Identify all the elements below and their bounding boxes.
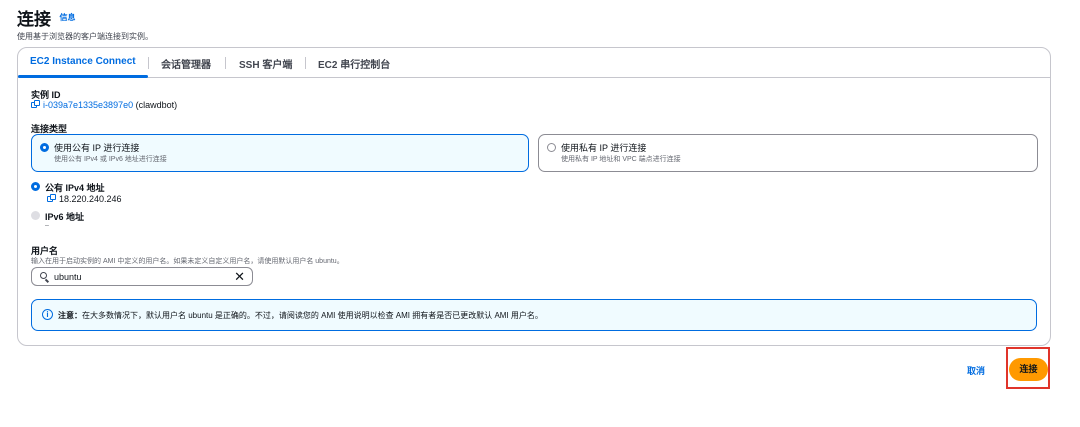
public-ipv4-label: 公有 IPv4 地址 [45, 183, 105, 193]
radio-ipv6 [31, 211, 40, 220]
search-icon [40, 272, 47, 279]
instance-id-link[interactable]: i-039a7e1335e3897e0 [43, 100, 133, 110]
radio-public-ip[interactable] [40, 143, 49, 152]
tab-bar: EC2 Instance Connect 会话管理器 SSH 客户端 EC2 串… [18, 48, 1050, 78]
ipv6-label: IPv6 地址 [45, 212, 85, 222]
username-input[interactable]: ubuntu ✕ [31, 267, 253, 286]
info-icon: i [42, 309, 53, 320]
tab-ssh-client[interactable]: SSH 客户端 [239, 56, 292, 71]
public-ip-option-desc: 使用公有 IPv4 或 IPv6 地址进行连接 [54, 156, 167, 163]
username-value[interactable]: ubuntu [54, 272, 82, 282]
username-help: 输入在用于启动实例的 AMI 中定义的用户名。如果未定义自定义用户名，请使用默认… [31, 258, 344, 265]
alert-prefix: 注意： [58, 311, 82, 320]
info-alert: i 注意：在大多数情况下，默认用户名 ubuntu 是正确的。不过，请阅读您的 … [31, 299, 1037, 331]
page-header: 连接 信息 使用基于浏览器的客户端连接到实例。 [17, 5, 153, 42]
instance-name: (clawdbot) [135, 100, 178, 110]
private-ip-option[interactable]: 使用私有 IP 进行连接 使用私有 IP 地址和 VPC 端点进行连接 [538, 134, 1038, 172]
tab-divider [225, 57, 226, 69]
private-ip-option-title: 使用私有 IP 进行连接 [561, 143, 647, 153]
connect-button[interactable]: 连接 [1009, 358, 1048, 381]
radio-private-ip[interactable] [547, 143, 556, 152]
info-link[interactable]: 信息 [59, 13, 75, 22]
tab-session-manager[interactable]: 会话管理器 [161, 56, 211, 71]
alert-message: 注意：在大多数情况下，默认用户名 ubuntu 是正确的。不过，请阅读您的 AM… [58, 310, 543, 321]
private-ip-option-desc: 使用私有 IP 地址和 VPC 端点进行连接 [561, 156, 681, 163]
connect-panel: EC2 Instance Connect 会话管理器 SSH 客户端 EC2 串… [17, 47, 1051, 346]
ipv6-value: – [45, 222, 49, 229]
public-ip-option[interactable]: 使用公有 IP 进行连接 使用公有 IPv4 或 IPv6 地址进行连接 [31, 134, 529, 172]
alert-text: 在大多数情况下，默认用户名 ubuntu 是正确的。不过，请阅读您的 AMI 使… [82, 311, 543, 320]
active-tab-indicator [18, 75, 148, 78]
public-ipv4-row: 18.220.240.246 [47, 194, 122, 204]
public-ip-option-title: 使用公有 IP 进行连接 [54, 143, 140, 153]
tab-divider [148, 57, 149, 69]
clear-icon[interactable]: ✕ [234, 268, 245, 285]
tab-divider [305, 57, 306, 69]
radio-public-ipv4[interactable] [31, 182, 40, 191]
page-subtitle: 使用基于浏览器的客户端连接到实例。 [17, 32, 153, 41]
copy-icon[interactable] [31, 100, 40, 109]
public-ipv4-value: 18.220.240.246 [59, 194, 122, 204]
instance-id-row: i-039a7e1335e3897e0 (clawdbot) [31, 100, 177, 110]
tab-ec2-instance-connect[interactable]: EC2 Instance Connect [30, 56, 136, 67]
copy-icon[interactable] [47, 194, 56, 203]
page-title: 连接 [17, 10, 51, 29]
tab-serial-console[interactable]: EC2 串行控制台 [318, 56, 390, 71]
cancel-button[interactable]: 取消 [967, 364, 985, 377]
